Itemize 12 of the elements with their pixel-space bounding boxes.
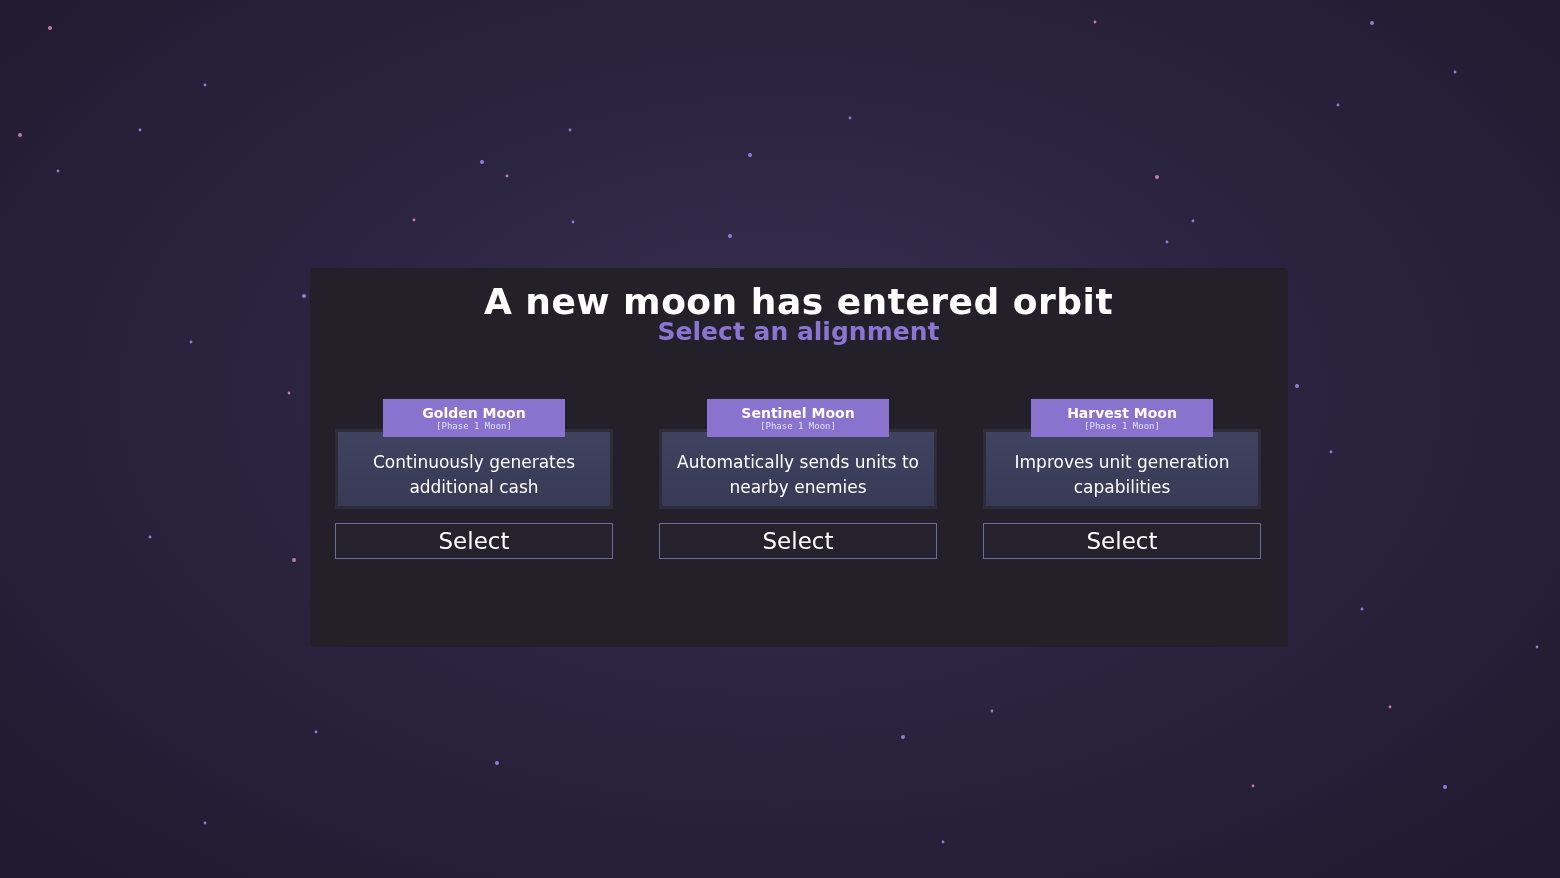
moon-name: Harvest Moon (1067, 405, 1177, 421)
moon-description: Continuously generates additional cash (335, 429, 613, 509)
moon-phase: [Phase 1 Moon] (436, 421, 512, 431)
select-button[interactable]: Select (659, 523, 937, 559)
select-button[interactable]: Select (335, 523, 613, 559)
select-button[interactable]: Select (983, 523, 1261, 559)
moon-phase: [Phase 1 Moon] (1084, 421, 1160, 431)
moon-description: Improves unit generation capabilities (983, 429, 1261, 509)
moon-name: Sentinel Moon (741, 405, 855, 421)
moon-phase: [Phase 1 Moon] (760, 421, 836, 431)
moon-name: Golden Moon (422, 405, 526, 421)
moon-description: Automatically sends units to nearby enemies (659, 429, 937, 509)
